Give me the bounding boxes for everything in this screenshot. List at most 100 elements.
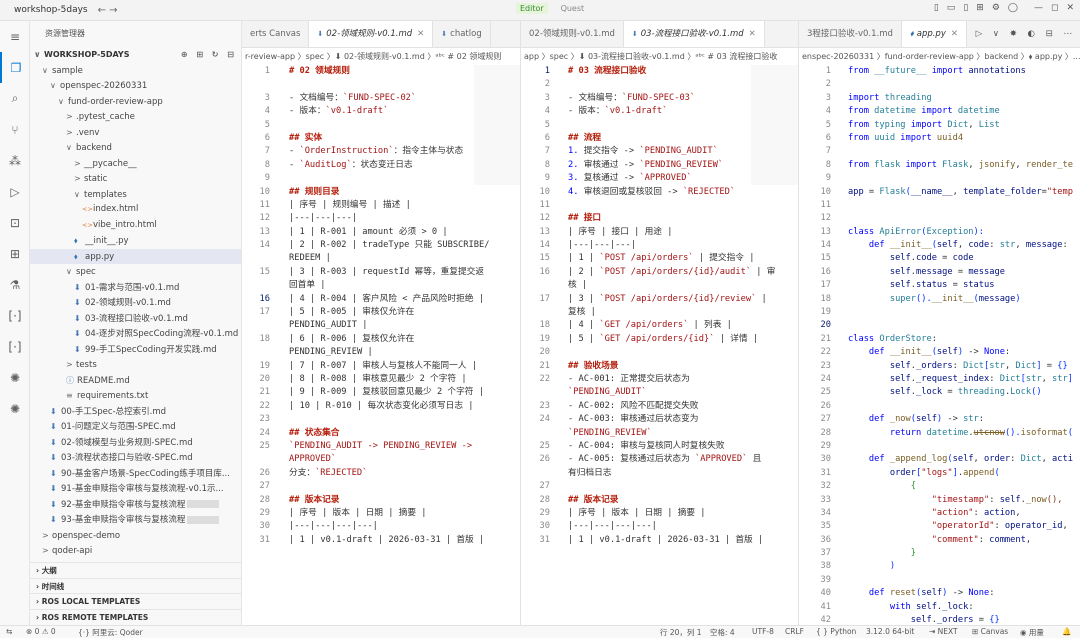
- language-mode[interactable]: { } Python: [816, 627, 856, 636]
- editor-tab[interactable]: ⬇ 03-流程接口验收-v0.1.md ✕: [623, 21, 765, 47]
- folder-item[interactable]: ∨ openspec-20260331: [30, 78, 241, 94]
- sidebar-section-header[interactable]: › ROS LOCAL TEMPLATES: [30, 593, 241, 608]
- sidebar-section-header[interactable]: › ROS REMOTE TEMPLATES: [30, 608, 241, 624]
- close-icon[interactable]: ✕: [749, 29, 756, 39]
- file-item[interactable]: ⬇ 02-领域模型与业务规则-SPEC.md: [30, 435, 241, 451]
- file-item[interactable]: ⬇ 91-基金申赎指令审核与复核流程-v0.1示...: [30, 481, 241, 497]
- editor-tab[interactable]: ⬇ 02-领域规则-v0.1.md ✕: [309, 21, 434, 47]
- file-item[interactable]: ⬇ 92-基金申赎指令审核与复核流程: [30, 497, 241, 513]
- folder-item[interactable]: > qoder-api: [30, 543, 241, 559]
- mode-quest-toggle[interactable]: Quest: [557, 3, 589, 14]
- file-item[interactable]: ⬇ 01-需求与范围-v0.1.md: [30, 280, 241, 296]
- sidebar-section-header[interactable]: › 大纲: [30, 562, 241, 577]
- notification-bell-icon[interactable]: 🔔: [1062, 627, 1071, 636]
- code-token: `FUND-SPEC-03`: [621, 92, 696, 103]
- usage-status[interactable]: ◉ 用量: [1020, 627, 1044, 638]
- menu-icon[interactable]: ≡: [0, 21, 30, 52]
- workspace-title[interactable]: workshop-5days: [14, 5, 88, 15]
- maximize-icon[interactable]: ◻: [1051, 3, 1058, 13]
- close-icon[interactable]: ✕: [1066, 3, 1074, 13]
- code-editor[interactable]: 1 from __future__ import annotations 2 3 imp…: [799, 65, 1080, 625]
- close-icon[interactable]: ✕: [417, 29, 424, 39]
- folder-item[interactable]: > .pytest_cache: [30, 109, 241, 125]
- code-token: | 1 |: [568, 253, 600, 264]
- file-item[interactable]: ≡ requirements.txt: [30, 388, 241, 404]
- gear-icon[interactable]: ⚙: [992, 3, 1000, 13]
- sparkle-icon[interactable]: ✺: [0, 362, 30, 393]
- search-icon[interactable]: ⌕: [0, 83, 30, 114]
- toggle-secondary-sidebar-icon[interactable]: ▯: [963, 3, 968, 13]
- breadcrumb[interactable]: enspec-20260331 〉fund-order-review-app 〉…: [799, 48, 1080, 65]
- sparkle-alt-icon[interactable]: ✺: [0, 393, 30, 424]
- file-item[interactable]: ⬇ 03-流程接口验收-v0.1.md: [30, 311, 241, 327]
- breadcrumb[interactable]: app 〉spec 〉⬇ 03-流程接口验收-v0.1.md 〉ᵃᵇᶜ # 03…: [521, 48, 798, 65]
- editor-tab[interactable]: erts Canvas: [242, 21, 310, 47]
- editor-actions[interactable]: ▷ ∨ ✸ ◐ ⊟ ⋯: [971, 21, 1080, 47]
- eol-status[interactable]: CRLF: [785, 627, 804, 636]
- toggle-panel-icon[interactable]: ▭: [947, 3, 956, 13]
- explorer-actions[interactable]: ⊕ ⊞ ↻ ⊟: [181, 47, 237, 63]
- folder-item[interactable]: > tests: [30, 357, 241, 373]
- file-item[interactable]: ⬇ 02-领域规则-v0.1.md: [30, 295, 241, 311]
- file-item[interactable]: ⬧ __init__.py: [30, 233, 241, 249]
- folder-item[interactable]: > static: [30, 171, 241, 187]
- folder-item[interactable]: > .venv: [30, 125, 241, 141]
- file-item[interactable]: <>vibe_intro.html: [30, 218, 241, 234]
- toggle-sidebar-icon[interactable]: ▯: [934, 3, 939, 13]
- file-item[interactable]: ⓘ README.md: [30, 373, 241, 389]
- sidebar-section-header[interactable]: › 时间线: [30, 577, 241, 593]
- brackets-alt-icon[interactable]: [·]: [0, 331, 30, 362]
- encoding-status[interactable]: UTF-8: [752, 627, 774, 636]
- remote-explorer-icon[interactable]: ⊡: [0, 207, 30, 238]
- file-item[interactable]: ⬇ 03-流程状态接口与验收-SPEC.md: [30, 450, 241, 466]
- folder-item[interactable]: ∨ templates: [30, 187, 241, 203]
- run-debug-icon[interactable]: ▷: [0, 176, 30, 207]
- source-control-icon[interactable]: ⑂: [0, 114, 30, 145]
- extensions-icon[interactable]: ⊞: [0, 238, 30, 269]
- editor-tab[interactable]: ⬧ app.py ✕: [901, 21, 967, 47]
- account-icon[interactable]: ◯: [1008, 3, 1018, 13]
- remote-icon[interactable]: ⇆: [6, 627, 12, 636]
- minimap-slider[interactable]: [751, 65, 798, 185]
- editor-tab[interactable]: ⬇ chatlog: [433, 21, 491, 47]
- minimize-icon[interactable]: —: [1034, 3, 1043, 13]
- code-token: from: [848, 119, 875, 130]
- folder-item[interactable]: > openspec-demo: [30, 528, 241, 544]
- code-token: =: [942, 387, 958, 398]
- folder-item[interactable]: > __pycache__: [30, 156, 241, 172]
- folder-item[interactable]: ∨ backend: [30, 140, 241, 156]
- folder-item[interactable]: ∨ fund-order-review-app: [30, 94, 241, 110]
- canvas-status[interactable]: ⊞ Canvas: [972, 627, 1008, 636]
- file-item[interactable]: ⬇ 01-问题定义与范围-SPEC.md: [30, 419, 241, 435]
- cursor-position[interactable]: 行 20，列 1: [660, 627, 702, 638]
- file-item[interactable]: ⬇ 99-手工SpecCoding开发实践.md: [30, 342, 241, 358]
- file-item[interactable]: ⬇ 93-基金申赎指令审核与复核流程: [30, 512, 241, 528]
- explorer-icon[interactable]: ❐: [0, 52, 30, 83]
- next-status[interactable]: ⇥ NEXT: [929, 627, 958, 636]
- problems-status[interactable]: ⊗ 0 ⚠ 0: [26, 627, 56, 636]
- breadcrumb[interactable]: r-review-app 〉spec 〉⬇ 02-领域规则-v0.1.md 〉ᵃ…: [242, 48, 520, 65]
- file-item[interactable]: <>index.html: [30, 202, 241, 218]
- history-nav-arrows[interactable]: ← →: [98, 5, 118, 16]
- graph-icon[interactable]: ⁂: [0, 145, 30, 176]
- editor-tab[interactable]: 02-领域规则-v0.1.md: [521, 21, 624, 47]
- close-icon[interactable]: ✕: [951, 29, 958, 39]
- layout-icon[interactable]: ⊞: [976, 3, 984, 13]
- workspace-root[interactable]: ∨ WORKSHOP-5DAYS ⊕ ⊞ ↻ ⊟: [30, 47, 241, 63]
- python-version[interactable]: 3.12.0 64-bit: [866, 627, 914, 636]
- folder-item[interactable]: ∨ sample: [30, 63, 241, 79]
- minimap-slider[interactable]: [474, 65, 520, 185]
- account-status[interactable]: {·} 阿里云: Qoder: [78, 627, 143, 638]
- file-item[interactable]: ⬧ app.py: [30, 248, 241, 264]
- indentation-status[interactable]: 空格: 4: [710, 627, 735, 638]
- code-text: APPROVED`: [289, 453, 336, 466]
- testing-flask-icon[interactable]: ⚗: [0, 269, 30, 300]
- mode-editor-toggle[interactable]: Editor: [516, 3, 548, 14]
- file-item[interactable]: ⬇ 04-逐步对照SpecCoding流程-v0.1.md: [30, 326, 241, 342]
- folder-item[interactable]: ∨ spec: [30, 264, 241, 280]
- brackets-icon[interactable]: [·]: [0, 300, 30, 331]
- editor-pane-app-py: 3程接口验收-v0.1.md ⬧ app.py ✕ ▷ ∨ ✸ ◐ ⊟ ⋯ enspe…: [799, 21, 1080, 625]
- file-item[interactable]: ⬇ 90-基金客户场景-SpecCoding练手项目库...: [30, 466, 241, 482]
- editor-tab[interactable]: 3程接口验收-v0.1.md: [799, 21, 902, 47]
- file-item[interactable]: ⬇ 00-手工Spec-总控索引.md: [30, 404, 241, 420]
